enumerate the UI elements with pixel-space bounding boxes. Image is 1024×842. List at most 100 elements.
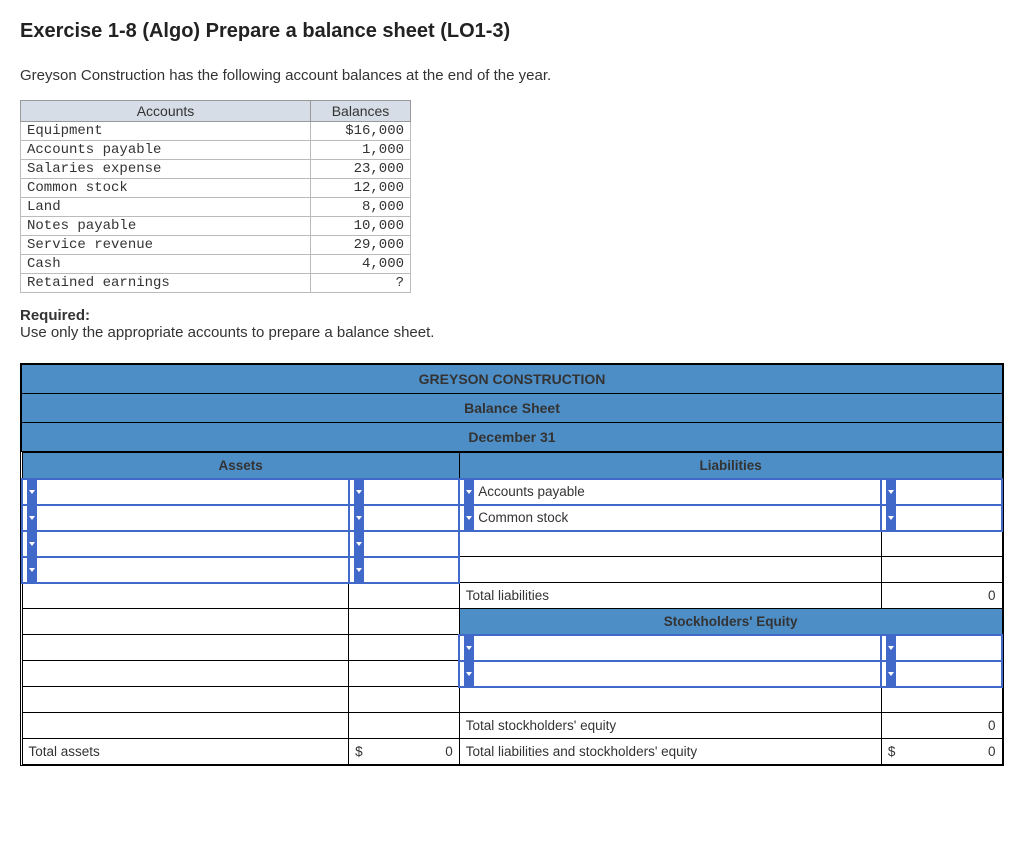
account-balance: 10,000 bbox=[311, 217, 411, 236]
empty-cell bbox=[22, 661, 349, 687]
empty-cell bbox=[22, 609, 349, 635]
empty-cell bbox=[881, 557, 1002, 583]
chevron-down-icon bbox=[886, 506, 896, 530]
empty-cell bbox=[349, 635, 460, 661]
chevron-down-icon bbox=[464, 480, 474, 504]
bs-statement: Balance Sheet bbox=[21, 394, 1003, 423]
chevron-down-icon bbox=[886, 662, 896, 686]
asset-amount-3[interactable] bbox=[349, 531, 460, 557]
empty-cell bbox=[349, 609, 460, 635]
equity-dropdown-2[interactable] bbox=[459, 661, 881, 687]
dollar-sign: $ bbox=[888, 744, 896, 759]
required-text: Use only the appropriate accounts to pre… bbox=[20, 324, 1004, 341]
asset-dropdown-2[interactable] bbox=[22, 505, 349, 531]
account-name: Salaries expense bbox=[21, 160, 311, 179]
total-liab-equity-value: $ 0 bbox=[881, 739, 1002, 765]
table-row: Service revenue29,000 bbox=[21, 236, 411, 255]
total-assets-value: $ 0 bbox=[349, 739, 460, 765]
total-liabilities-label: Total liabilities bbox=[459, 583, 881, 609]
table-row: Common stock12,000 bbox=[21, 179, 411, 198]
liability-1-text: Accounts payable bbox=[474, 484, 880, 499]
account-name: Service revenue bbox=[21, 236, 311, 255]
account-name: Cash bbox=[21, 255, 311, 274]
asset-dropdown-4[interactable] bbox=[22, 557, 349, 583]
empty-cell bbox=[349, 713, 460, 739]
asset-dropdown-3[interactable] bbox=[22, 531, 349, 557]
empty-cell bbox=[459, 687, 881, 713]
table-row: Notes payable10,000 bbox=[21, 217, 411, 236]
chevron-down-icon bbox=[354, 532, 364, 556]
assets-section-header: Assets bbox=[22, 453, 459, 479]
total-liabilities-value: 0 bbox=[881, 583, 1002, 609]
chevron-down-icon bbox=[464, 636, 474, 660]
total-equity-value: 0 bbox=[881, 713, 1002, 739]
equity-section-header: Stockholders' Equity bbox=[459, 609, 1002, 635]
chevron-down-icon bbox=[886, 636, 896, 660]
equity-amount-2[interactable] bbox=[881, 661, 1002, 687]
total-liab-equity-amount: 0 bbox=[988, 744, 996, 759]
account-name: Accounts payable bbox=[21, 141, 311, 160]
account-name: Land bbox=[21, 198, 311, 217]
bs-company: GREYSON CONSTRUCTION bbox=[21, 364, 1003, 394]
equity-dropdown-1[interactable] bbox=[459, 635, 881, 661]
empty-cell bbox=[349, 583, 460, 609]
total-equity-label: Total stockholders' equity bbox=[459, 713, 881, 739]
asset-amount-1[interactable] bbox=[349, 479, 460, 505]
total-assets-amount: 0 bbox=[445, 744, 453, 759]
account-balance: 12,000 bbox=[311, 179, 411, 198]
account-balance: 8,000 bbox=[311, 198, 411, 217]
table-row: Retained earnings? bbox=[21, 274, 411, 293]
empty-cell bbox=[22, 687, 349, 713]
chevron-down-icon bbox=[27, 480, 37, 504]
accounts-table: Accounts Balances Equipment$16,000 Accou… bbox=[20, 100, 411, 293]
chevron-down-icon bbox=[354, 558, 364, 582]
intro-text: Greyson Construction has the following a… bbox=[20, 67, 1004, 84]
account-name: Notes payable bbox=[21, 217, 311, 236]
accounts-header-name: Accounts bbox=[21, 101, 311, 122]
asset-amount-2[interactable] bbox=[349, 505, 460, 531]
account-name: Retained earnings bbox=[21, 274, 311, 293]
account-balance: 23,000 bbox=[311, 160, 411, 179]
empty-cell bbox=[881, 687, 1002, 713]
liability-dropdown-2[interactable]: Common stock bbox=[459, 505, 881, 531]
balance-sheet: GREYSON CONSTRUCTION Balance Sheet Decem… bbox=[20, 363, 1004, 766]
asset-amount-4[interactable] bbox=[349, 557, 460, 583]
empty-cell bbox=[459, 531, 881, 557]
chevron-down-icon bbox=[27, 558, 37, 582]
table-row: Land8,000 bbox=[21, 198, 411, 217]
dollar-sign: $ bbox=[355, 744, 363, 759]
bs-date: December 31 bbox=[21, 423, 1003, 452]
total-liab-equity-label: Total liabilities and stockholders' equi… bbox=[459, 739, 881, 765]
chevron-down-icon bbox=[464, 506, 474, 530]
liability-amount-2[interactable] bbox=[881, 505, 1002, 531]
table-row: Equipment$16,000 bbox=[21, 122, 411, 141]
chevron-down-icon bbox=[27, 506, 37, 530]
chevron-down-icon bbox=[27, 532, 37, 556]
exercise-title: Exercise 1-8 (Algo) Prepare a balance sh… bbox=[20, 20, 1004, 43]
chevron-down-icon bbox=[464, 662, 474, 686]
equity-amount-1[interactable] bbox=[881, 635, 1002, 661]
account-balance: 1,000 bbox=[311, 141, 411, 160]
account-balance: 4,000 bbox=[311, 255, 411, 274]
empty-cell bbox=[22, 635, 349, 661]
account-name: Equipment bbox=[21, 122, 311, 141]
liability-dropdown-1[interactable]: Accounts payable bbox=[459, 479, 881, 505]
chevron-down-icon bbox=[354, 506, 364, 530]
total-assets-label: Total assets bbox=[22, 739, 349, 765]
chevron-down-icon bbox=[354, 480, 364, 504]
chevron-down-icon bbox=[886, 480, 896, 504]
empty-cell bbox=[349, 687, 460, 713]
account-balance: 29,000 bbox=[311, 236, 411, 255]
liability-2-text: Common stock bbox=[474, 510, 880, 525]
accounts-header-balance: Balances bbox=[311, 101, 411, 122]
account-name: Common stock bbox=[21, 179, 311, 198]
empty-cell bbox=[881, 531, 1002, 557]
account-balance: ? bbox=[311, 274, 411, 293]
liability-amount-1[interactable] bbox=[881, 479, 1002, 505]
asset-dropdown-1[interactable] bbox=[22, 479, 349, 505]
empty-cell bbox=[349, 661, 460, 687]
empty-cell bbox=[22, 583, 349, 609]
empty-cell bbox=[22, 713, 349, 739]
required-label: Required: bbox=[20, 307, 1004, 324]
table-row: Salaries expense23,000 bbox=[21, 160, 411, 179]
